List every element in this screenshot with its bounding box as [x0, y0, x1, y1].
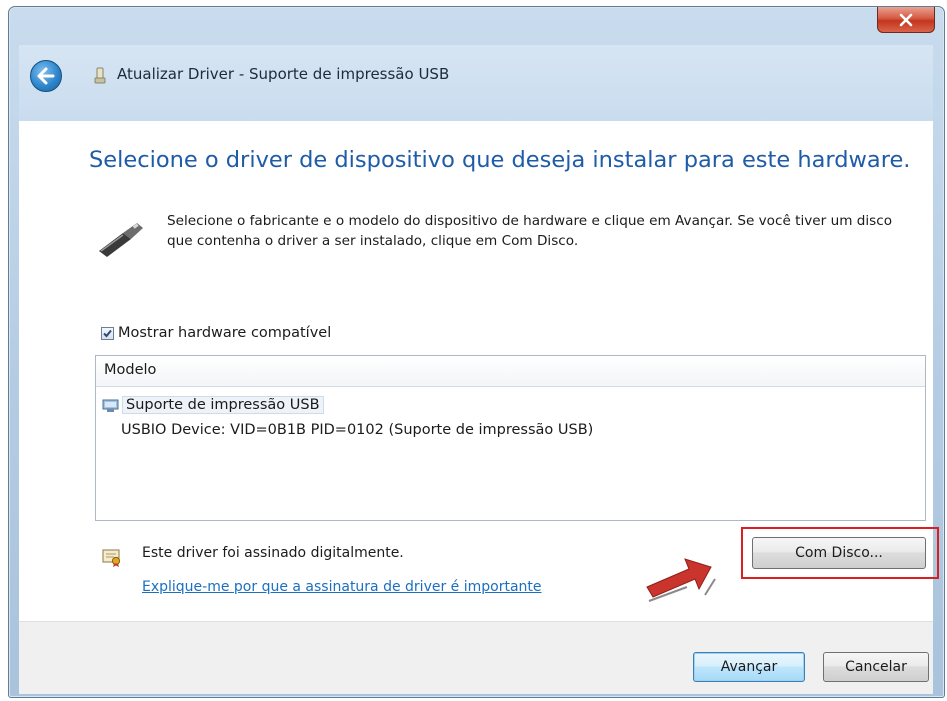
- header-bar: [19, 45, 933, 121]
- signature-info-link[interactable]: Explique-me por que a assinatura de driv…: [142, 579, 542, 595]
- manufacturer-label: Suporte de impressão USB: [122, 396, 324, 414]
- page-heading: Selecione o driver de dispositivo que de…: [89, 147, 911, 173]
- list-column-header[interactable]: Modelo: [96, 356, 925, 387]
- show-compatible-label[interactable]: Mostrar hardware compatível: [118, 325, 331, 341]
- list-item-model[interactable]: USBIO Device: VID=0B1B PID=0102 (Suporte…: [121, 422, 593, 438]
- cancel-button[interactable]: Cancelar: [823, 652, 929, 682]
- model-listbox[interactable]: Modelo Suporte de impressão USB USBIO De…: [95, 355, 926, 521]
- signed-driver-icon: [102, 549, 121, 567]
- device-icon: [94, 67, 106, 84]
- close-button[interactable]: [877, 7, 935, 33]
- next-button[interactable]: Avançar: [693, 652, 805, 682]
- description-text: Selecione o fabricante e o modelo do dis…: [167, 213, 893, 249]
- have-disk-button[interactable]: Com Disco...: [752, 537, 926, 569]
- close-icon: [899, 13, 913, 26]
- show-compatible-row[interactable]: Mostrar hardware compatível: [101, 325, 331, 341]
- red-arrow-icon: [646, 558, 716, 602]
- show-compatible-checkbox[interactable]: [101, 326, 114, 340]
- checkmark-icon: [103, 329, 112, 337]
- window-title: Atualizar Driver - Suporte de impressão …: [117, 65, 450, 83]
- back-arrow-icon: [37, 67, 55, 85]
- list-item-manufacturer[interactable]: Suporte de impressão USB: [102, 396, 324, 414]
- printer-device-icon: [102, 399, 119, 412]
- back-button[interactable]: [30, 60, 62, 92]
- column-header-model: Modelo: [104, 362, 157, 378]
- usb-connector-icon: [99, 223, 143, 257]
- signature-text: Este driver foi assinado digitalmente.: [142, 545, 404, 561]
- dialog-window: Atualizar Driver - Suporte de impressão …: [8, 6, 945, 698]
